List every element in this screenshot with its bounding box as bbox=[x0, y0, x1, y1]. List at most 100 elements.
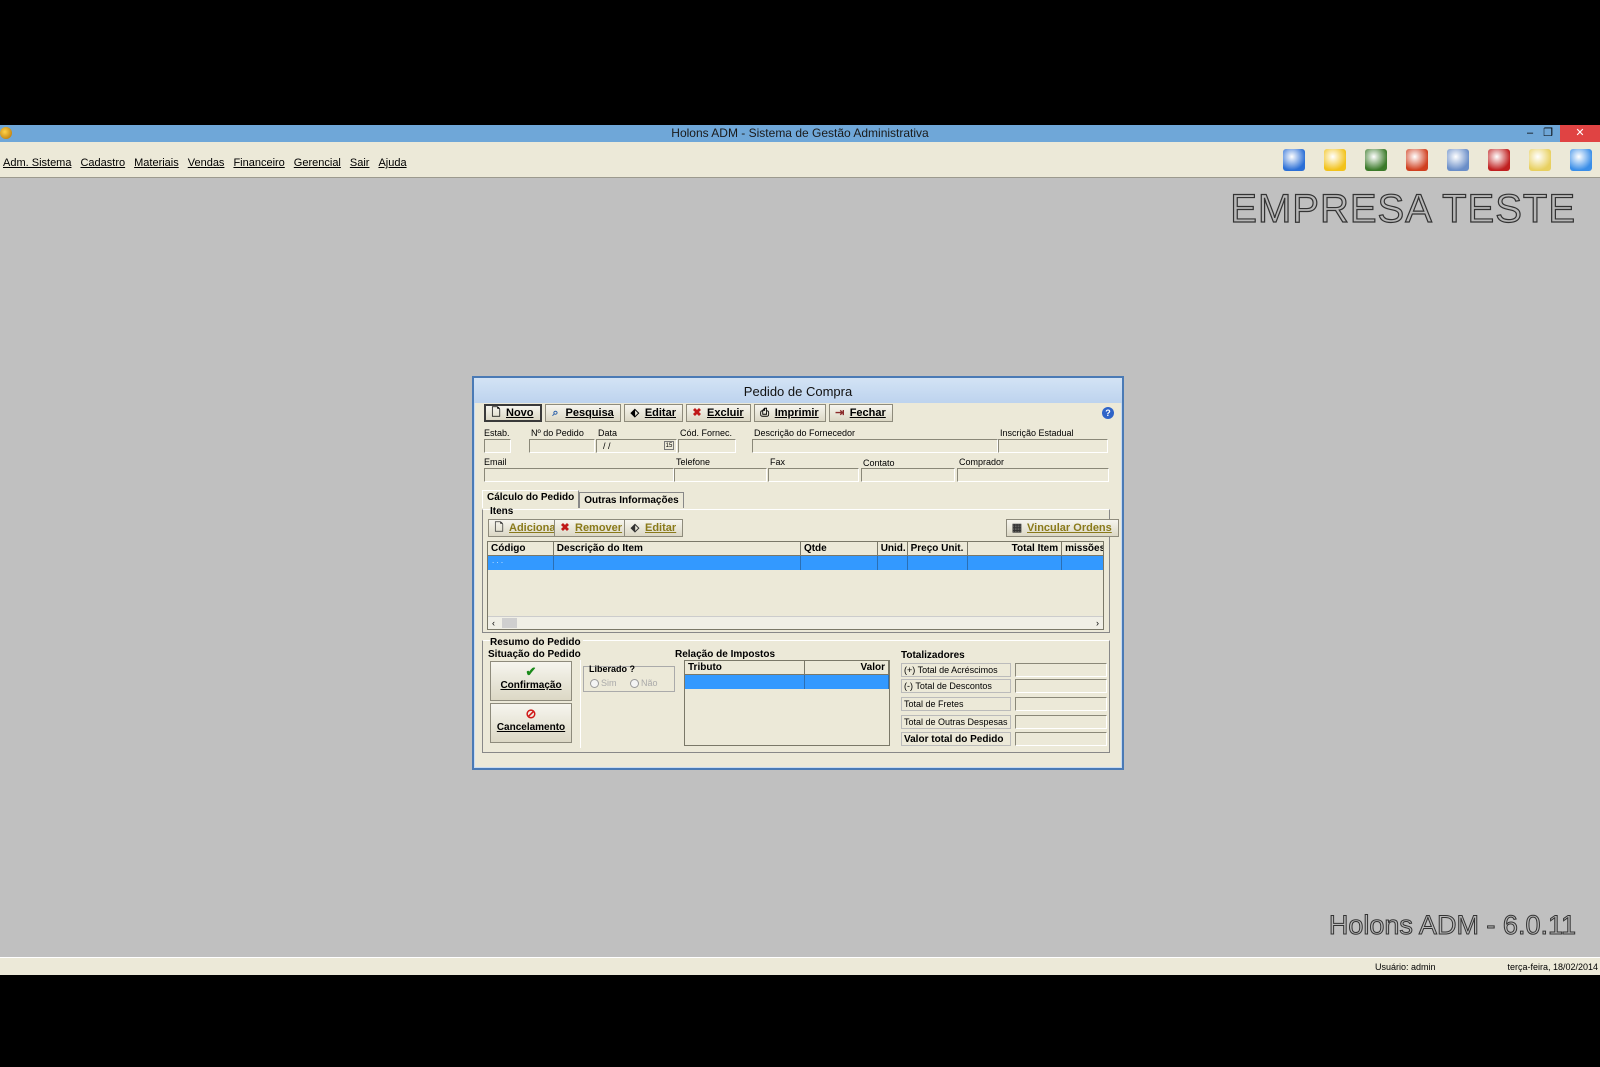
total-outras-despesas-field[interactable] bbox=[1015, 715, 1107, 729]
delete-icon: ✖ bbox=[560, 522, 570, 534]
app-icon[interactable] bbox=[0, 127, 12, 139]
vincular-ordens-button[interactable]: ▦ Vincular Ordens bbox=[1006, 519, 1119, 537]
fax-label: Fax bbox=[770, 457, 786, 467]
link-orders-icon: ▦ bbox=[1011, 522, 1023, 534]
excluir-button[interactable]: ✖ Excluir bbox=[686, 404, 751, 422]
delete-icon: ✖ bbox=[692, 407, 702, 419]
imprimir-button[interactable]: ⎙ Imprimir bbox=[753, 404, 826, 422]
documents-icon[interactable] bbox=[1447, 149, 1469, 171]
cancel-icon: ⊘ bbox=[525, 706, 537, 721]
col-total-item[interactable]: Total Item bbox=[968, 542, 1063, 556]
estab-label: Estab. bbox=[484, 428, 510, 438]
window-title: Holons ADM - Sistema de Gestão Administr… bbox=[671, 126, 929, 140]
edit-tag-icon: ⬖ bbox=[630, 407, 640, 419]
app-version: Holons ADM - 6.0.11 bbox=[1328, 910, 1576, 941]
total-descontos-field[interactable] bbox=[1015, 679, 1107, 693]
valor-total-field[interactable] bbox=[1015, 732, 1107, 746]
notepad-icon[interactable] bbox=[1406, 149, 1428, 171]
calendar-picker-icon[interactable]: 15 bbox=[664, 441, 674, 450]
dialog-title: Pedido de Compra bbox=[474, 378, 1122, 403]
data-value: / / bbox=[603, 441, 611, 451]
star-icon[interactable] bbox=[1324, 149, 1346, 171]
novo-button[interactable]: 🗋 Novo bbox=[484, 404, 542, 422]
impostos-grid[interactable]: Tributo Valor bbox=[684, 660, 890, 746]
desc-fornecedor-field[interactable] bbox=[752, 439, 998, 453]
total-acrescimos-label: (+) Total de Acréscimos bbox=[901, 663, 1011, 677]
menu-materiais[interactable]: Materiais bbox=[134, 157, 179, 169]
col-comissoes[interactable]: missões bbox=[1062, 542, 1103, 556]
xml-icon[interactable] bbox=[1529, 149, 1551, 171]
row-code: . . . bbox=[488, 556, 554, 570]
impostos-row[interactable] bbox=[685, 675, 889, 689]
resumo-panel: Resumo do Pedido Situação do Pedido ✔ Con… bbox=[482, 637, 1110, 753]
col-unid[interactable]: Unid. bbox=[877, 542, 908, 556]
col-codigo[interactable]: Código bbox=[488, 542, 554, 556]
menu-vendas[interactable]: Vendas bbox=[188, 157, 225, 169]
tab-outras-informacoes[interactable]: Outras Informações bbox=[579, 492, 684, 508]
data-field[interactable]: / / 15 bbox=[596, 439, 677, 453]
col-tributo[interactable]: Tributo bbox=[685, 661, 805, 675]
scroll-right-icon[interactable]: › bbox=[1096, 617, 1099, 629]
liberado-nao-radio[interactable]: Não bbox=[630, 678, 658, 689]
total-fretes-field[interactable] bbox=[1015, 697, 1107, 711]
confirmacao-button[interactable]: ✔ Confirmação bbox=[490, 661, 572, 701]
email-label: Email bbox=[484, 457, 507, 467]
fax-field[interactable] bbox=[768, 468, 859, 482]
scroll-thumb[interactable] bbox=[502, 618, 517, 628]
data-label: Data bbox=[598, 428, 618, 438]
telefone-field[interactable] bbox=[674, 468, 767, 482]
menu-cadastro[interactable]: Cadastro bbox=[80, 157, 125, 169]
scroll-left-icon[interactable]: ‹ bbox=[492, 617, 495, 629]
table-row[interactable]: . . . bbox=[488, 556, 1103, 570]
close-button[interactable]: ✕ bbox=[1560, 125, 1600, 142]
menu-sair[interactable]: Sair bbox=[350, 157, 370, 169]
horizontal-scrollbar[interactable]: ‹ › bbox=[488, 616, 1103, 629]
pedido-compra-dialog: Pedido de Compra 🗋 Novo ⌕ Pesquisa ⬖ Editar… bbox=[472, 376, 1124, 770]
fechar-button[interactable]: ⇥ Fechar bbox=[828, 404, 893, 422]
status-user: Usuário: admin bbox=[1375, 962, 1436, 972]
cod-fornec-label: Cód. Fornec. bbox=[680, 428, 733, 438]
remover-button[interactable]: ✖ Remover bbox=[554, 519, 630, 537]
valor-total-label: Valor total do Pedido bbox=[901, 732, 1011, 746]
total-acrescimos-field[interactable] bbox=[1015, 663, 1107, 677]
help-icon[interactable]: ? bbox=[1102, 407, 1114, 419]
inscricao-field[interactable] bbox=[998, 439, 1108, 453]
contato-field[interactable] bbox=[861, 468, 955, 482]
liberado-group: Liberado ? Sim Não bbox=[583, 664, 675, 692]
estab-field[interactable] bbox=[484, 439, 511, 453]
nr-pedido-field[interactable] bbox=[529, 439, 595, 453]
itens-label: Itens bbox=[490, 506, 514, 517]
menu-financeiro[interactable]: Financeiro bbox=[233, 157, 284, 169]
cancelamento-button[interactable]: ⊘ Cancelamento bbox=[490, 703, 572, 743]
windows-icon[interactable] bbox=[1570, 149, 1592, 171]
itens-grid[interactable]: Código Descrição do Item Qtde Unid. Preç… bbox=[487, 541, 1104, 630]
user-icon[interactable] bbox=[1283, 149, 1305, 171]
contato-label: Contato bbox=[863, 458, 895, 468]
printer-icon: ⎙ bbox=[760, 407, 770, 419]
new-document-icon: 🗋 bbox=[494, 522, 504, 534]
col-valor[interactable]: Valor bbox=[805, 661, 889, 675]
cod-fornec-field[interactable] bbox=[678, 439, 736, 453]
desktop: Holons ADM - Sistema de Gestão Administr… bbox=[0, 125, 1600, 975]
grid-header: Código Descrição do Item Qtde Unid. Preç… bbox=[488, 542, 1103, 556]
col-qtde[interactable]: Qtde bbox=[800, 542, 878, 556]
pesquisa-button[interactable]: ⌕ Pesquisa bbox=[544, 404, 621, 422]
impostos-header: Tributo Valor bbox=[685, 661, 889, 675]
liberado-sim-radio[interactable]: Sim bbox=[590, 678, 617, 689]
telefone-label: Telefone bbox=[676, 457, 711, 467]
email-field[interactable] bbox=[484, 468, 674, 482]
exit-door-icon: ⇥ bbox=[835, 407, 845, 419]
restore-button[interactable]: ❐ bbox=[1536, 125, 1560, 142]
col-descricao[interactable]: Descrição do Item bbox=[553, 542, 801, 556]
menu-gerencial[interactable]: Gerencial bbox=[294, 157, 341, 169]
col-preco-unit[interactable]: Preço Unit. bbox=[907, 542, 969, 556]
desc-fornecedor-label: Descrição do Fornecedor bbox=[754, 428, 856, 438]
globe-icon[interactable] bbox=[1365, 149, 1387, 171]
calendar-icon[interactable] bbox=[1488, 149, 1510, 171]
editar-item-button[interactable]: ⬖ Editar bbox=[624, 519, 684, 537]
comprador-field[interactable] bbox=[957, 468, 1109, 482]
editar-button[interactable]: ⬖ Editar bbox=[623, 404, 683, 422]
menu-ajuda[interactable]: Ajuda bbox=[378, 157, 406, 169]
search-icon: ⌕ bbox=[552, 407, 559, 419]
menu-adm-sistema[interactable]: Adm. Sistema bbox=[3, 157, 71, 169]
